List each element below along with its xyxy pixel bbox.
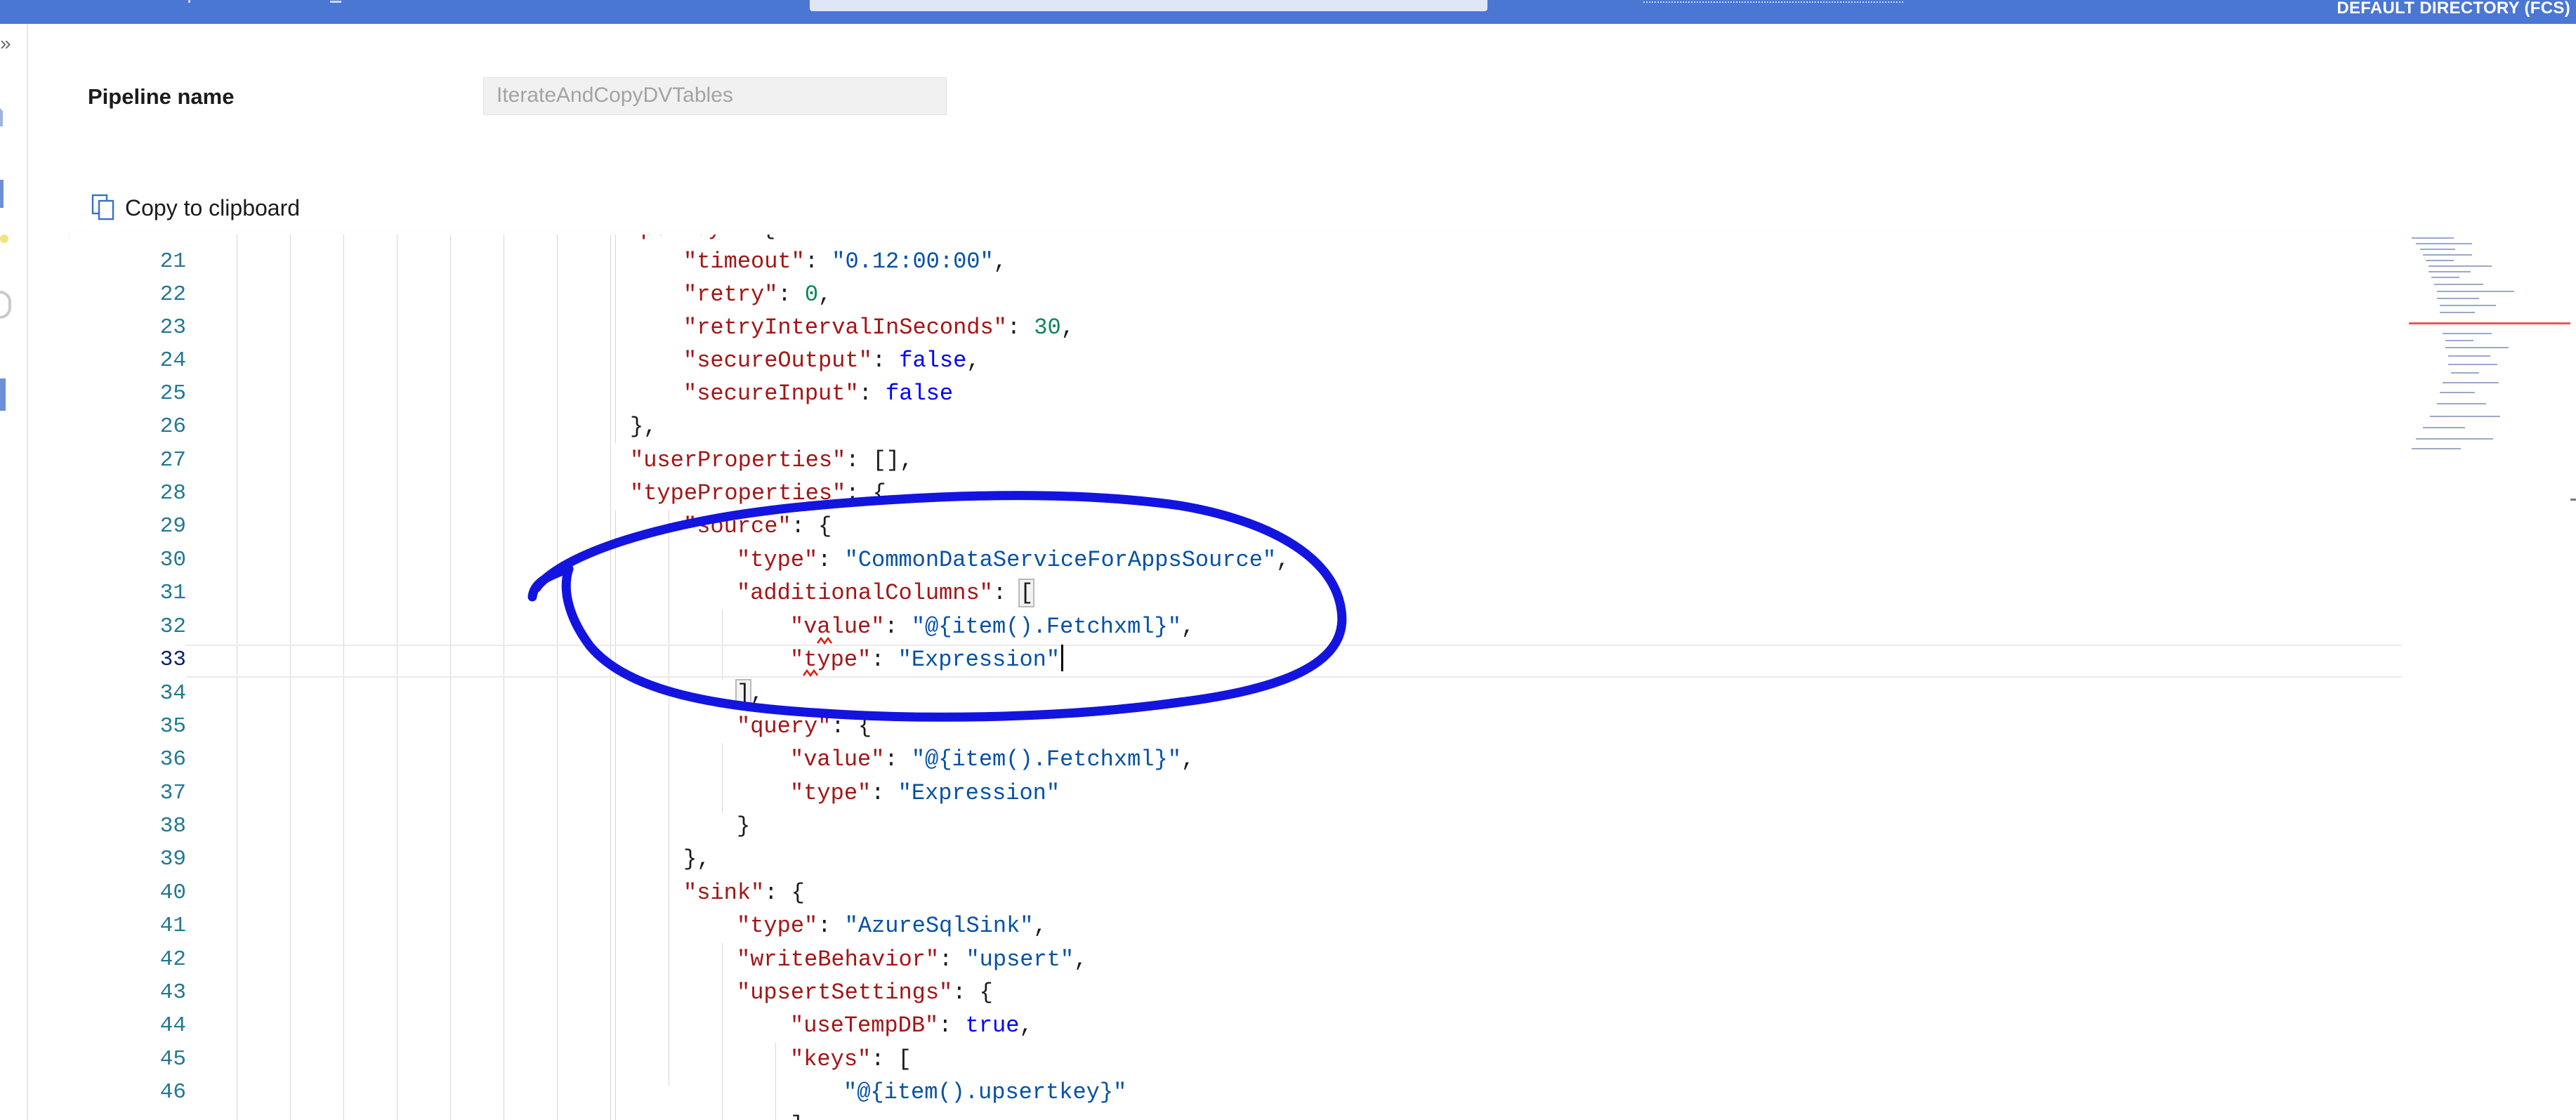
minimap-line [2443,333,2492,334]
minimap-line [2440,392,2475,393]
global-search-bar[interactable] [810,0,1487,11]
minimap-line [2437,403,2486,404]
json-key: "type" [790,780,872,806]
json-key: "userProperties" [630,447,846,473]
code-line: } [737,813,751,839]
minimap-line [2437,291,2514,292]
minimap-line [2429,265,2492,267]
code-line: "sink": { [683,880,805,906]
code-line: "secureInput": false [683,381,954,407]
code-line: "type": "AzureSqlSink", [737,913,1047,939]
json-key: "keys" [790,1046,872,1072]
indent-guide [615,235,616,443]
code-line: ] [790,1109,803,1120]
copy-icon-glyph [91,194,114,220]
topbar-fragment [188,0,197,3]
copy-to-clipboard-label: Copy to clipboard [125,195,301,220]
minimap-line [2445,347,2509,348]
minimap-line [2448,364,2497,365]
author-icon[interactable] [0,180,10,208]
code-line: "value": "@{item().Fetchxml}", [790,746,1195,772]
code-line: "@{item().upsertkey}" [843,1076,1126,1109]
json-key: "sink" [683,880,765,906]
json-number: 0 [804,282,819,308]
json-key: "value" [790,746,885,772]
json-key: "secureOutput" [683,348,872,374]
hand-drawn-circle-annotation [527,491,1347,722]
minimap-line [2445,340,2473,341]
indent-guide [722,943,723,1120]
json-key: "useTempDB" [790,1013,939,1039]
top-bar: DEFAULT DIRECTORY (FCS) [0,0,2576,24]
minimap-line [2440,312,2475,313]
json-key: "retryIntervalInSeconds" [683,315,1007,341]
minimap-line [2420,249,2455,250]
minimap-line [2412,448,2461,449]
minimap-line [2437,298,2479,299]
code-line: "secureOutput": false, [683,348,980,374]
json-key: "writeBehavior" [737,947,940,973]
code-line: }, [630,414,657,440]
json-number: 30 [1034,315,1061,341]
code-line: "timeout": "0.12:00:00", [683,249,1007,275]
json-boolean: true [965,1013,1020,1039]
json-key: "retry" [683,282,778,308]
monitor-icon[interactable] [0,291,11,319]
code-line: "userProperties": [], [630,447,914,473]
json-string: "upsert" [966,947,1075,973]
json-key: "upsertSettings" [737,980,953,1006]
json-boolean: false [899,348,967,374]
json-string: "Expression" [898,780,1060,806]
json-key: "secureInput" [683,381,859,407]
minimap-line [2416,438,2493,440]
indent-guide [775,1043,776,1120]
minimap-line [2429,271,2471,272]
minimap-line [2434,284,2483,285]
minimap-line [2412,237,2454,239]
json-string: "@{item().upsertkey}" [843,1079,1127,1105]
json-string: "AzureSqlSink" [844,913,1034,939]
code-line: "useTempDB": true, [790,1013,1033,1039]
minimap-line [2426,260,2454,261]
minimap-line [2430,416,2500,417]
topbar-account-fragment[interactable] [1643,0,1903,3]
json-string: "0.12:00:00" [832,249,994,275]
left-rail: » [0,24,28,1120]
code-line: "keys": [ [790,1046,912,1072]
manage-icon[interactable] [0,378,6,411]
notification-badge-icon [0,235,8,243]
code-line: "writeBehavior": "upsert", [737,947,1088,973]
directory-label[interactable]: DEFAULT DIRECTORY (FCS) [2337,0,2570,18]
code-line: "policy": { [627,235,775,245]
pipeline-name-label: Pipeline name [88,84,235,109]
home-icon[interactable] [0,108,10,126]
expand-icon[interactable]: » [0,34,11,53]
minimap-line [2448,355,2490,357]
json-key: "timeout" [683,249,805,275]
json-key: "type" [737,913,818,939]
minimap-current-line [2409,322,2570,324]
code-line: "retry": 0, [683,282,832,308]
code-line: "retryIntervalInSeconds": 30, [683,315,1075,341]
copy-to-clipboard-button[interactable]: Copy to clipboard [91,192,300,224]
topbar-fragment [330,0,341,3]
minimap-line [2443,382,2499,383]
pipeline-name-field[interactable]: IterateAndCopyDVTables [483,77,947,115]
code-line: }, [683,846,711,872]
code-line: "type": "Expression" [790,780,1060,806]
minimap-line [2431,277,2459,278]
minimap-line [2423,254,2472,256]
minimap-line [2416,243,2472,244]
minimap-line [2451,372,2479,374]
indent-guide [722,743,723,813]
scrollbar-position-marker[interactable] [2570,499,2576,501]
json-boolean: false [886,381,954,407]
minimap-line [2440,305,2496,306]
code-line: "upsertSettings": { [737,980,993,1006]
json-string: "@{item().Fetchxml}" [911,746,1181,772]
editor-minimap[interactable] [2409,235,2570,501]
minimap-line [2423,427,2465,428]
copy-icon [91,194,115,222]
